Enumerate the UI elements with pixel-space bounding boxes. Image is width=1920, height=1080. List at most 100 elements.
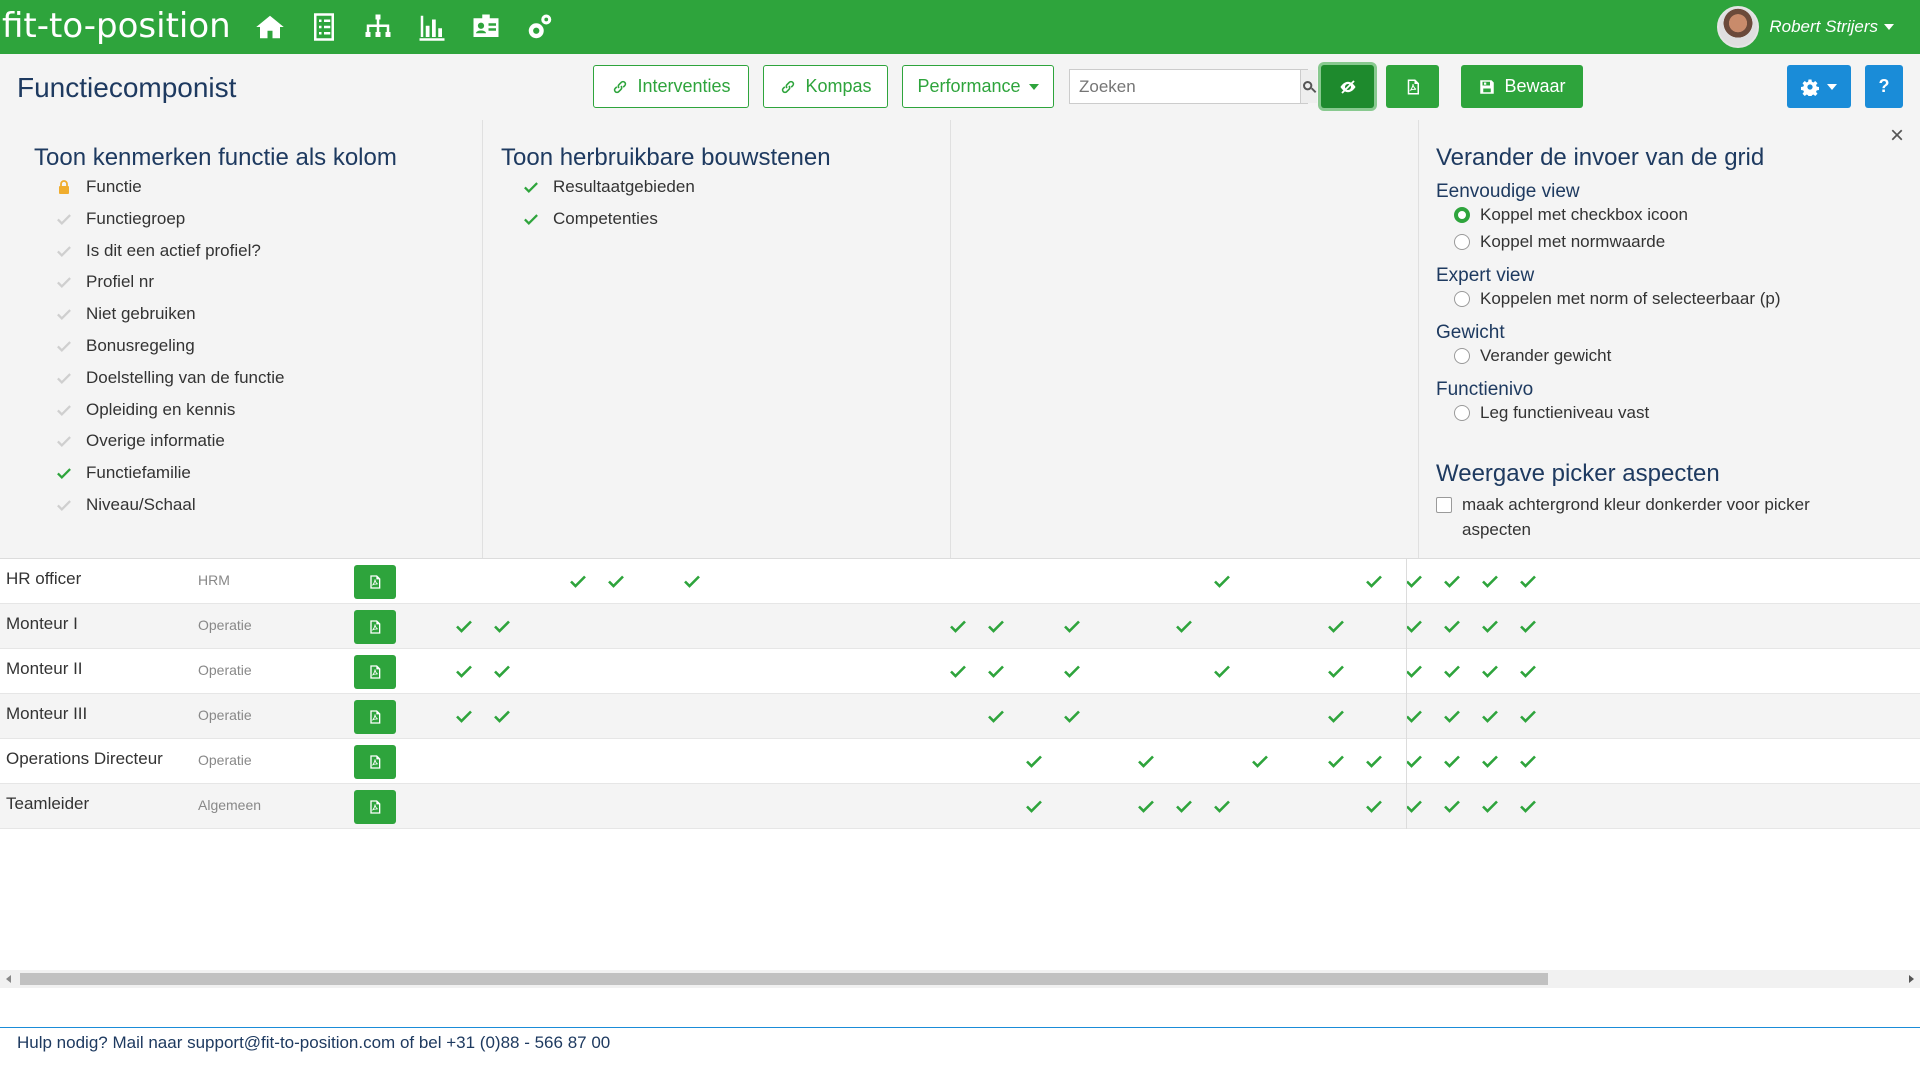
scroll-right-icon[interactable] bbox=[1909, 975, 1914, 983]
table-row[interactable]: Monteur III Operatie bbox=[0, 694, 1920, 739]
radio-button[interactable] bbox=[1454, 348, 1470, 364]
scroll-left-icon[interactable] bbox=[6, 975, 11, 983]
radio-weight[interactable]: Verander gewicht bbox=[1454, 346, 1611, 366]
grid-check-icon[interactable] bbox=[1482, 709, 1498, 723]
function-name[interactable]: Teamleider bbox=[6, 794, 89, 814]
table-row[interactable]: Operations Directeur Operatie bbox=[0, 739, 1920, 784]
grid-check-icon[interactable] bbox=[1406, 709, 1422, 723]
grid-check-icon[interactable] bbox=[1328, 709, 1344, 723]
grid-check-icon[interactable] bbox=[1328, 664, 1344, 678]
radio-checkbox-icon[interactable]: Koppel met checkbox icoon bbox=[1454, 205, 1688, 225]
grid-check-icon[interactable] bbox=[1482, 574, 1498, 588]
grid-check-icon[interactable] bbox=[1520, 619, 1536, 633]
grid-check-icon[interactable] bbox=[1520, 754, 1536, 768]
close-icon[interactable]: × bbox=[1890, 122, 1904, 150]
radio-normvalue[interactable]: Koppel met normwaarde bbox=[1454, 232, 1665, 252]
grid-check-icon[interactable] bbox=[1444, 799, 1460, 813]
grid-check-icon[interactable] bbox=[1444, 664, 1460, 678]
user-menu[interactable]: Robert Strijers bbox=[1717, 6, 1894, 48]
grid-check-icon[interactable] bbox=[1064, 709, 1080, 723]
row-pdf-button[interactable] bbox=[354, 565, 396, 599]
feature-option[interactable]: Functiegroep bbox=[56, 209, 185, 229]
search-button[interactable] bbox=[1300, 70, 1317, 103]
grid-check-icon[interactable] bbox=[1176, 799, 1192, 813]
grid-check-icon[interactable] bbox=[1026, 754, 1042, 768]
grid-check-icon[interactable] bbox=[456, 709, 472, 723]
picker-darker-checkbox[interactable] bbox=[1436, 497, 1452, 513]
table-row[interactable]: Monteur II Operatie bbox=[0, 649, 1920, 694]
grid-check-icon[interactable] bbox=[1328, 619, 1344, 633]
pdf-export-button[interactable] bbox=[1386, 65, 1439, 108]
feature-option[interactable]: Niveau/Schaal bbox=[56, 495, 196, 515]
grid-check-icon[interactable] bbox=[1520, 799, 1536, 813]
grid-check-icon[interactable] bbox=[1406, 754, 1422, 768]
grid-check-icon[interactable] bbox=[570, 574, 586, 588]
row-pdf-button[interactable] bbox=[354, 745, 396, 779]
grid-check-icon[interactable] bbox=[1214, 664, 1230, 678]
grid-check-icon[interactable] bbox=[1520, 664, 1536, 678]
grid-check-icon[interactable] bbox=[1366, 574, 1382, 588]
grid-check-icon[interactable] bbox=[1406, 664, 1422, 678]
grid-check-icon[interactable] bbox=[1406, 799, 1422, 813]
grid-check-icon[interactable] bbox=[1482, 619, 1498, 633]
grid-check-icon[interactable] bbox=[950, 619, 966, 633]
kompas-button[interactable]: Kompas bbox=[763, 65, 888, 108]
radio-expert-norm[interactable]: Koppelen met norm of selecteerbaar (p) bbox=[1454, 289, 1781, 309]
search-input[interactable] bbox=[1070, 70, 1300, 103]
scrollbar-thumb[interactable] bbox=[20, 973, 1548, 985]
table-row[interactable]: Monteur I Operatie bbox=[0, 604, 1920, 649]
radio-button[interactable] bbox=[1454, 405, 1470, 421]
radio-button[interactable] bbox=[1454, 234, 1470, 250]
home-icon[interactable] bbox=[254, 12, 286, 42]
grid-check-icon[interactable] bbox=[1406, 574, 1422, 588]
grid-check-icon[interactable] bbox=[1444, 619, 1460, 633]
feature-option[interactable]: Overige informatie bbox=[56, 431, 225, 451]
grid-check-icon[interactable] bbox=[1520, 709, 1536, 723]
grid-check-icon[interactable] bbox=[456, 664, 472, 678]
gears-icon[interactable] bbox=[524, 12, 556, 42]
radio-button[interactable] bbox=[1454, 291, 1470, 307]
grid-check-icon[interactable] bbox=[988, 619, 1004, 633]
grid-check-icon[interactable] bbox=[1482, 664, 1498, 678]
function-name[interactable]: Monteur III bbox=[6, 704, 87, 724]
grid-check-icon[interactable] bbox=[1366, 799, 1382, 813]
table-row[interactable]: Teamleider Algemeen bbox=[0, 784, 1920, 829]
grid-check-icon[interactable] bbox=[1444, 574, 1460, 588]
grid-check-icon[interactable] bbox=[1214, 574, 1230, 588]
grid-check-icon[interactable] bbox=[684, 574, 700, 588]
picker-darker-checkbox-row[interactable]: maak achtergrond kleur donkerder voor pi… bbox=[1436, 492, 1876, 542]
feature-option[interactable]: Niet gebruiken bbox=[56, 304, 196, 324]
feature-option[interactable]: Functiefamilie bbox=[56, 463, 191, 483]
grid-check-icon[interactable] bbox=[608, 574, 624, 588]
radio-button-selected[interactable] bbox=[1454, 207, 1470, 223]
grid-check-icon[interactable] bbox=[1520, 574, 1536, 588]
grid-check-icon[interactable] bbox=[1482, 799, 1498, 813]
save-button[interactable]: Bewaar bbox=[1461, 65, 1583, 108]
function-name[interactable]: Monteur I bbox=[6, 614, 78, 634]
grid-check-icon[interactable] bbox=[494, 709, 510, 723]
bar-chart-icon[interactable] bbox=[416, 12, 448, 42]
grid-check-icon[interactable] bbox=[1064, 619, 1080, 633]
grid-check-icon[interactable] bbox=[988, 709, 1004, 723]
row-pdf-button[interactable] bbox=[354, 655, 396, 689]
checklist-icon[interactable] bbox=[308, 12, 340, 42]
settings-dropdown[interactable] bbox=[1787, 65, 1851, 108]
grid-check-icon[interactable] bbox=[1138, 754, 1154, 768]
grid-check-icon[interactable] bbox=[1444, 709, 1460, 723]
grid-check-icon[interactable] bbox=[950, 664, 966, 678]
help-button[interactable]: ? bbox=[1865, 65, 1903, 108]
grid-check-icon[interactable] bbox=[988, 664, 1004, 678]
grid-check-icon[interactable] bbox=[1214, 799, 1230, 813]
radio-level[interactable]: Leg functieniveau vast bbox=[1454, 403, 1649, 423]
function-name[interactable]: Operations Directeur bbox=[6, 749, 163, 769]
grid-check-icon[interactable] bbox=[494, 664, 510, 678]
org-chart-icon[interactable] bbox=[362, 12, 394, 42]
feature-option[interactable]: Doelstelling van de functie bbox=[56, 368, 284, 388]
grid-check-icon[interactable] bbox=[1176, 619, 1192, 633]
row-pdf-button[interactable] bbox=[354, 610, 396, 644]
table-row[interactable]: HR officer HRM bbox=[0, 559, 1920, 604]
feature-option[interactable]: Bonusregeling bbox=[56, 336, 195, 356]
grid-check-icon[interactable] bbox=[1328, 754, 1344, 768]
grid-check-icon[interactable] bbox=[456, 619, 472, 633]
grid-check-icon[interactable] bbox=[1064, 664, 1080, 678]
